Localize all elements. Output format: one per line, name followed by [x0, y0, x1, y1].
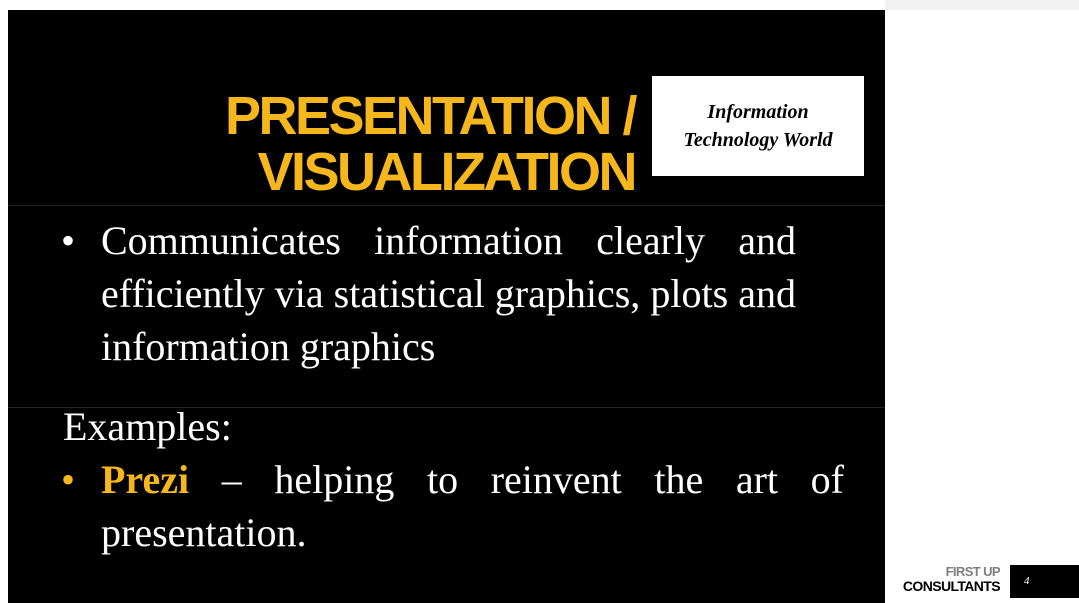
badge-line-2: Technology World — [683, 129, 833, 151]
information-technology-world-badge: Information Technology World — [652, 76, 864, 176]
example-bullet-description: – helping to reinvent the art of present… — [101, 457, 844, 555]
bullet-item: • Communicates information clearly and e… — [61, 214, 813, 373]
slide-title-line-2: VISUALIZATION — [257, 142, 638, 202]
window-top-strip — [885, 0, 1079, 10]
slide-title: PRESENTATION / VISUALIZATION — [224, 86, 638, 202]
first-up-consultants-logo: FIRST UP CONSULTANTS — [880, 564, 1001, 594]
badge-line-1: Information — [707, 101, 809, 123]
bullet-symbol: • — [61, 457, 76, 502]
section-divider — [8, 205, 885, 206]
slide-canvas: PRESENTATION / VISUALIZATION Information… — [8, 10, 885, 603]
example-bullet-text: Prezi – helping to reinvent the art of p… — [101, 453, 844, 559]
bullet-text: Communicates information clearly and eff… — [101, 218, 796, 369]
slide-title-line-1: PRESENTATION / — [224, 86, 638, 146]
bullet-symbol: • — [61, 218, 76, 263]
brand-bottom-text: CONSULTANTS — [902, 578, 1001, 594]
examples-label: Examples: — [63, 404, 232, 449]
prezi-highlight: Prezi — [101, 457, 190, 502]
example-bullet-item: • Prezi – helping to reinvent the art of… — [61, 453, 861, 559]
page-number: 4 — [1010, 565, 1079, 598]
brand-top-text: FIRST UP — [945, 564, 1001, 579]
